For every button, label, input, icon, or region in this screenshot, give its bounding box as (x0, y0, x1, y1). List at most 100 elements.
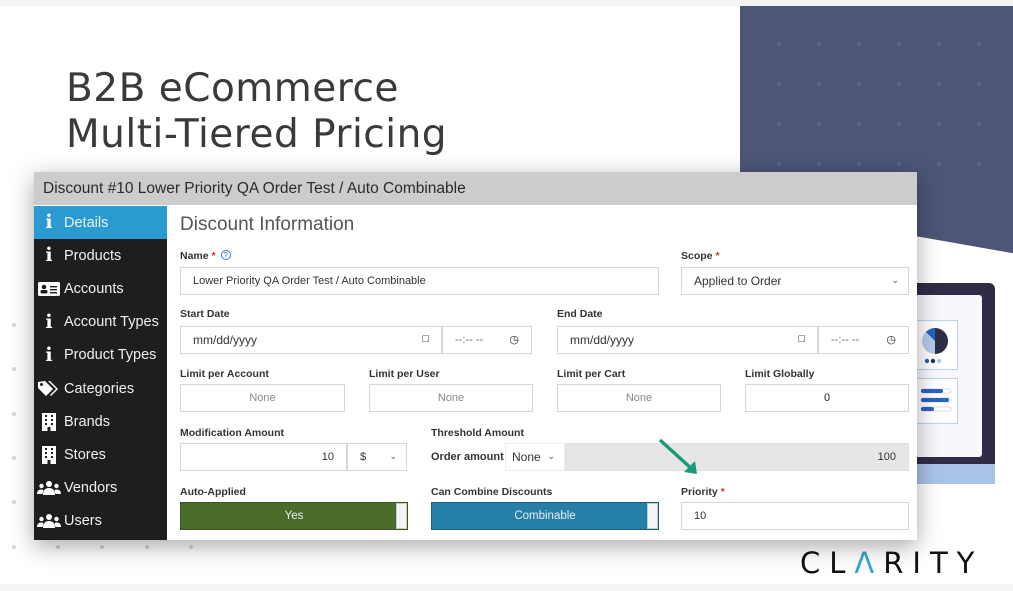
decorative-dot (56, 545, 60, 549)
decorative-dot (897, 82, 901, 86)
decorative-dot (189, 545, 193, 549)
limit-globally-input[interactable]: 0 (745, 384, 909, 412)
sidebar-item-stores[interactable]: Stores (34, 438, 167, 471)
modification-amount-input[interactable]: 10 (180, 443, 347, 471)
sidebar-item-label: Details (64, 214, 109, 231)
decorative-dot (977, 42, 981, 46)
start-date-label: Start Date (180, 308, 230, 320)
auto-applied-label: Auto-Applied (180, 486, 246, 498)
info-icon: i (45, 310, 53, 333)
sidebar-item-categories[interactable]: Categories (34, 372, 167, 405)
decorative-dot (897, 162, 901, 166)
info-icon: i (45, 211, 53, 234)
clock-icon[interactable]: ◷ (509, 333, 519, 346)
window-header: Discount #10 Lower Priority QA Order Tes… (34, 172, 917, 205)
decorative-dot (777, 82, 781, 86)
slide-title-line2: Multi-Tiered Pricing (66, 112, 448, 157)
decorative-dot (937, 162, 941, 166)
sidebar: i Details i Products Accounts i Account … (34, 206, 167, 540)
decorative-dot (12, 412, 16, 416)
sidebar-item-label: Stores (64, 446, 106, 463)
scope-value: Applied to Order (694, 274, 782, 288)
toggle-value: Yes (284, 510, 304, 522)
end-date-input[interactable]: mm/dd/yyyy □ (557, 326, 818, 354)
sidebar-item-label: Account Types (64, 314, 159, 331)
sidebar-item-brands[interactable]: Brands (34, 405, 167, 438)
calendar-icon[interactable]: □ (422, 333, 429, 345)
toggle-knob (396, 503, 407, 529)
building-icon (34, 445, 64, 464)
sidebar-item-products[interactable]: i Products (34, 239, 167, 272)
priority-input[interactable]: 10 (681, 502, 909, 530)
priority-value: 10 (694, 510, 707, 522)
decorative-dot (977, 122, 981, 126)
logo-text-start: CL (800, 546, 855, 580)
sidebar-item-label: Vendors (64, 480, 118, 497)
required-marker: * (720, 486, 725, 498)
modification-unit-select[interactable]: $ ⌄ (347, 443, 407, 471)
end-date-label: End Date (557, 308, 603, 320)
limit-per-cart-input[interactable]: None (557, 384, 721, 412)
sidebar-item-label: Accounts (64, 280, 124, 297)
scope-select[interactable]: Applied to Order ⌄ (681, 267, 909, 295)
building-icon (34, 412, 64, 431)
start-time-input[interactable]: --:-- -- ◷ (442, 326, 532, 354)
threshold-amount-label: Threshold Amount (431, 427, 524, 439)
limit-value: 0 (823, 392, 831, 404)
logo-text-end: RITY (883, 546, 984, 580)
decorative-dot (12, 500, 16, 504)
auto-applied-toggle[interactable]: Yes (180, 502, 408, 530)
sidebar-item-label: Categories (64, 380, 135, 397)
decorative-dot (100, 545, 104, 549)
decorative-dot (12, 323, 16, 327)
decorative-dot (857, 162, 861, 166)
discount-window: Discount #10 Lower Priority QA Order Tes… (34, 172, 917, 540)
toggle-value: Combinable (514, 510, 576, 522)
help-icon[interactable]: ? (220, 250, 231, 260)
chevron-down-icon: ⌄ (389, 451, 397, 461)
decorative-dot (817, 122, 821, 126)
time-placeholder: --:-- -- (455, 334, 484, 346)
threshold-mode-select[interactable]: None ⌄ (505, 443, 565, 471)
name-input[interactable]: Lower Priority QA Order Test / Auto Comb… (180, 267, 659, 295)
chevron-down-icon: ⌄ (547, 451, 555, 461)
time-placeholder: --:-- -- (831, 334, 860, 346)
limit-per-account-input[interactable]: None (180, 384, 345, 412)
sidebar-item-details[interactable]: i Details (34, 206, 167, 240)
users-icon (34, 513, 64, 529)
decorative-dot (977, 82, 981, 86)
priority-label: Priority * (681, 486, 725, 498)
decorative-dot (857, 42, 861, 46)
sidebar-item-vendors[interactable]: Vendors (34, 472, 167, 505)
decorative-dot (897, 42, 901, 46)
sidebar-item-product-types[interactable]: i Product Types (34, 339, 167, 372)
limit-per-user-input[interactable]: None (369, 384, 533, 412)
decorative-dot (12, 456, 16, 460)
decorative-dot (857, 122, 861, 126)
toggle-knob (647, 503, 658, 529)
decorative-dot (937, 42, 941, 46)
slide-title-line1: B2B eCommerce (66, 66, 399, 111)
clock-icon[interactable]: ◷ (886, 333, 896, 346)
sidebar-item-label: Brands (64, 413, 110, 430)
required-marker: * (211, 250, 216, 262)
calendar-icon[interactable]: □ (798, 333, 805, 345)
can-combine-toggle[interactable]: Combinable (431, 502, 659, 530)
decorative-dot (857, 82, 861, 86)
decorative-dot (777, 162, 781, 166)
sidebar-item-account-types[interactable]: i Account Types (34, 306, 167, 339)
threshold-value: 100 (877, 451, 896, 463)
end-time-input[interactable]: --:-- -- ◷ (818, 326, 909, 354)
start-date-input[interactable]: mm/dd/yyyy □ (180, 326, 442, 354)
decorative-dot (777, 42, 781, 46)
chevron-down-icon: ⌄ (891, 275, 899, 285)
limit-per-cart-label: Limit per Cart (557, 368, 626, 380)
sidebar-item-users[interactable]: Users (34, 505, 167, 538)
sidebar-item-accounts[interactable]: Accounts (34, 272, 167, 305)
decorative-dot (937, 122, 941, 126)
info-icon: i (45, 343, 53, 366)
id-card-icon (34, 281, 64, 296)
threshold-mode-value: None (512, 450, 541, 464)
limit-globally-label: Limit Globally (745, 368, 815, 380)
threshold-amount-input[interactable]: 100 (565, 443, 909, 471)
